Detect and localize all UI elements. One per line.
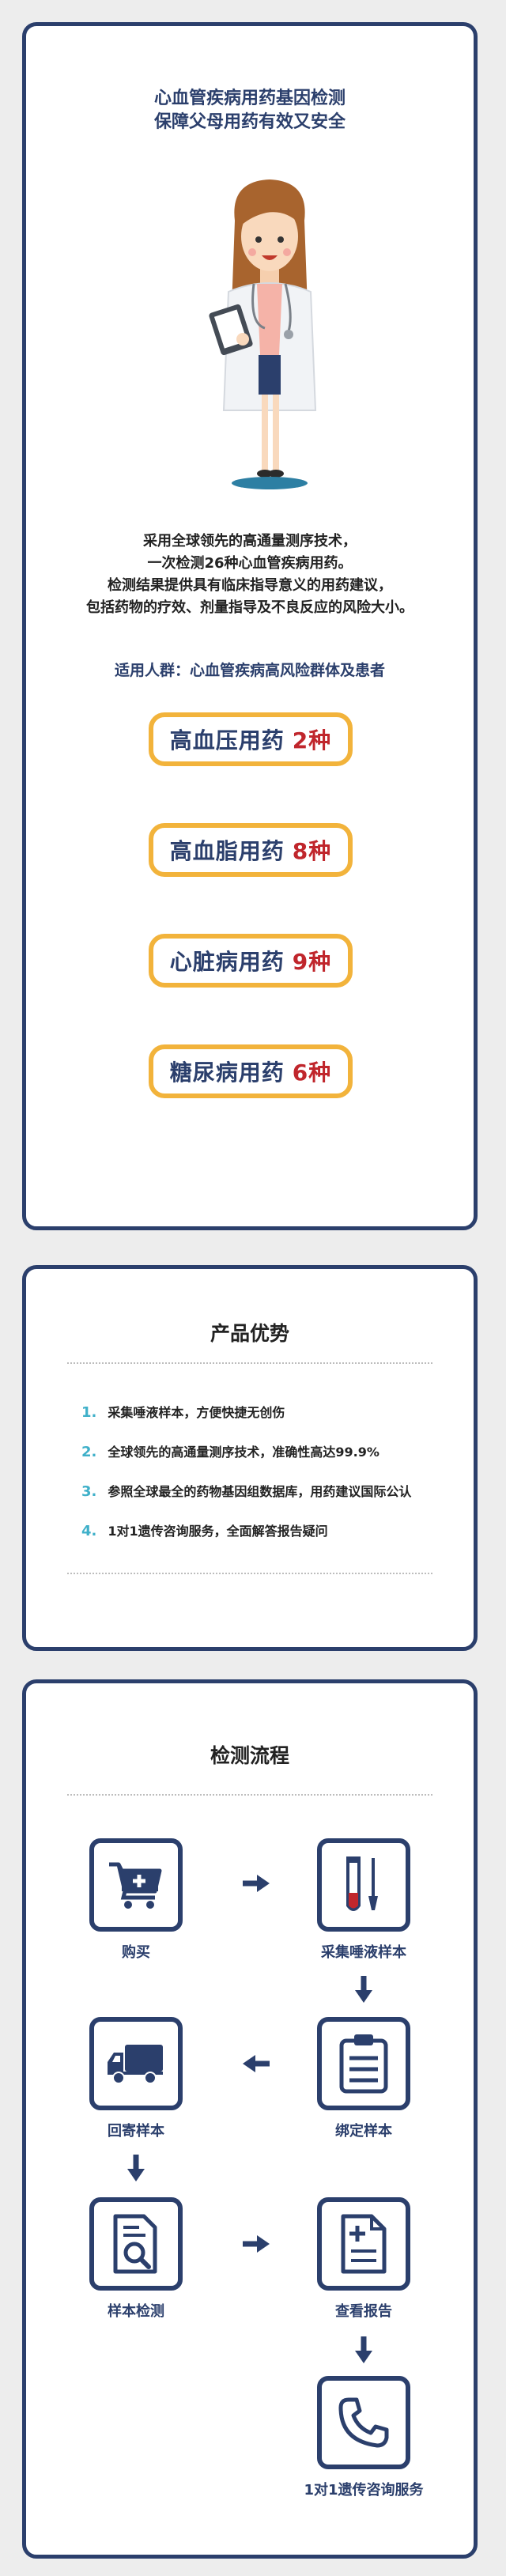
step-genetic-counseling: 1对1遗传咨询服务 bbox=[293, 2376, 435, 2499]
step-icon-box bbox=[89, 2017, 183, 2110]
advantage-number: 3. bbox=[81, 1483, 97, 1500]
divider bbox=[67, 1794, 432, 1796]
drug-pill-hypertension: 高血压用药 2种 bbox=[149, 712, 353, 766]
document-magnifier-icon bbox=[113, 2214, 157, 2274]
advantage-item: 3. 参照全球最全的药物基因组数据库，用药建议国际公认 bbox=[81, 1481, 411, 1500]
divider bbox=[67, 1362, 432, 1364]
shopping-cart-icon bbox=[109, 1862, 162, 1909]
delivery-truck-icon bbox=[108, 2045, 163, 2084]
arrow-right-icon bbox=[243, 2235, 270, 2253]
drug-pill-count: 6种 bbox=[292, 1059, 332, 1086]
step-purchase: 购买 bbox=[77, 1838, 195, 1962]
drug-pill-label: 心脏病用药 bbox=[169, 949, 285, 975]
test-tube-icon bbox=[346, 1856, 378, 1911]
drug-pill-diabetes: 糖尿病用药 6种 bbox=[149, 1044, 353, 1098]
report-icon bbox=[341, 2214, 387, 2274]
advantage-number: 1. bbox=[81, 1404, 97, 1421]
doctor-illustration bbox=[209, 179, 317, 489]
hero-title-line1: 心血管疾病用药基因检测 bbox=[153, 89, 346, 108]
drug-pill-heart-disease: 心脏病用药 9种 bbox=[149, 934, 353, 988]
intro-line: 包括药物的疗效、剂量指导及不良反应的风险大小。 bbox=[86, 599, 413, 616]
audience-text: 适用人群：心血管疾病高风险群体及患者 bbox=[114, 662, 385, 679]
step-label: 回寄样本 bbox=[108, 2123, 164, 2140]
arrow-left-icon bbox=[243, 2055, 270, 2072]
drug-pill-count: 8种 bbox=[292, 838, 332, 864]
advantage-item: 2. 全球领先的高通量测序技术，准确性高达99.9% bbox=[81, 1441, 380, 1460]
step-label: 购买 bbox=[122, 1944, 150, 1961]
phone-icon bbox=[338, 2397, 389, 2448]
arrow-down-icon bbox=[355, 2336, 372, 2363]
advantage-item: 1. 采集唾液样本，方便快捷无创伤 bbox=[81, 1402, 285, 1421]
step-collect-saliva: 采集唾液样本 bbox=[304, 1838, 423, 1962]
process-title: 检测流程 bbox=[210, 1744, 289, 1767]
step-label: 样本检测 bbox=[108, 2303, 164, 2320]
step-bind-sample: 绑定样本 bbox=[304, 2017, 423, 2140]
advantage-item: 4. 1对1遗传咨询服务，全面解答报告疑问 bbox=[81, 1520, 328, 1539]
step-icon-box bbox=[89, 1838, 183, 1932]
step-icon-box bbox=[317, 2197, 410, 2291]
process-card: 检测流程 购买 采集唾液样本 绑定样本 回寄样本 样本检测 查看报告 1对1遗传… bbox=[22, 1679, 478, 2559]
step-label: 查看报告 bbox=[335, 2303, 392, 2320]
advantage-text: 1对1遗传咨询服务，全面解答报告疑问 bbox=[108, 1524, 328, 1539]
divider bbox=[67, 1573, 432, 1574]
intro-card: 心血管疾病用药基因检测 保障父母用药有效又安全 采用全球领先的高通量测序技术， … bbox=[22, 22, 478, 1230]
step-return-sample: 回寄样本 bbox=[77, 2017, 195, 2140]
step-label: 绑定样本 bbox=[335, 2123, 392, 2140]
advantage-number: 2. bbox=[81, 1444, 97, 1460]
advantages-title: 产品优势 bbox=[210, 1322, 289, 1345]
drug-pill-label: 高血压用药 bbox=[169, 727, 285, 754]
drug-pill-label: 糖尿病用药 bbox=[169, 1059, 285, 1086]
step-label: 采集唾液样本 bbox=[321, 1944, 406, 1961]
step-label: 1对1遗传咨询服务 bbox=[304, 2482, 424, 2499]
intro-text: 采用全球领先的高通量测序技术， 一次检测26种心血管疾病用药。 检测结果提供具有… bbox=[26, 531, 474, 619]
intro-line: 一次检测26种心血管疾病用药。 bbox=[147, 555, 353, 572]
step-sample-test: 样本检测 bbox=[77, 2197, 195, 2321]
clipboard-icon bbox=[339, 2034, 388, 2094]
arrow-down-icon bbox=[355, 1976, 372, 2003]
advantages-card: 产品优势 1. 采集唾液样本，方便快捷无创伤 2. 全球领先的高通量测序技术，准确性… bbox=[22, 1265, 478, 1651]
advantage-number: 4. bbox=[81, 1523, 97, 1539]
drug-pill-hyperlipidemia: 高血脂用药 8种 bbox=[149, 823, 353, 877]
step-icon-box bbox=[317, 2017, 410, 2110]
intro-line: 检测结果提供具有临床指导意义的用药建议， bbox=[108, 577, 392, 594]
step-view-report: 查看报告 bbox=[304, 2197, 423, 2321]
drug-pill-count: 9种 bbox=[292, 949, 332, 975]
advantage-text: 采集唾液样本，方便快捷无创伤 bbox=[108, 1405, 285, 1420]
intro-line: 采用全球领先的高通量测序技术， bbox=[143, 533, 357, 550]
drug-pill-label: 高血脂用药 bbox=[169, 838, 285, 864]
arrow-right-icon bbox=[243, 1875, 270, 1892]
hero-title-line2: 保障父母用药有效又安全 bbox=[153, 112, 346, 132]
step-icon-box bbox=[89, 2197, 183, 2291]
drug-pill-count: 2种 bbox=[292, 727, 332, 754]
step-icon-box bbox=[317, 1838, 410, 1932]
advantage-text: 全球领先的高通量测序技术，准确性高达99.9% bbox=[108, 1445, 380, 1460]
arrow-down-icon bbox=[127, 2155, 145, 2181]
step-icon-box bbox=[317, 2376, 410, 2469]
advantage-text: 参照全球最全的药物基因组数据库，用药建议国际公认 bbox=[108, 1484, 412, 1499]
